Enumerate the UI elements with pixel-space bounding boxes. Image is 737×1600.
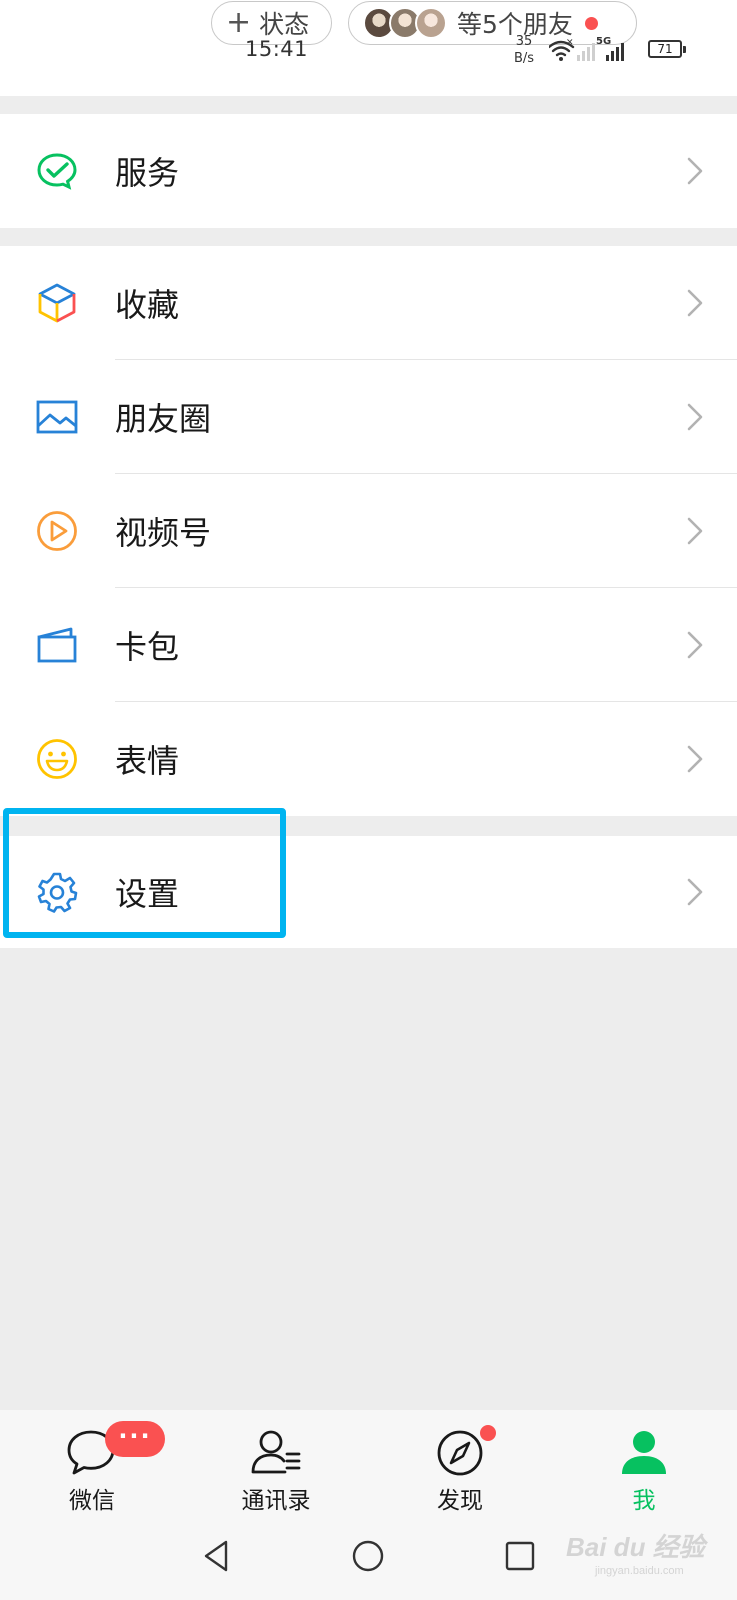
avatar — [415, 7, 447, 39]
bottom-tab-bar: 微信 ··· 通讯录 发现 我 — [0, 1410, 737, 1516]
chevron-right-icon — [687, 745, 703, 773]
friend-avatars — [363, 7, 447, 39]
chevron-right-icon — [687, 878, 703, 906]
chevron-right-icon — [687, 403, 703, 431]
tab-label: 微信 — [69, 1488, 115, 1514]
discover-compass-icon — [433, 1428, 487, 1478]
chevron-right-icon — [687, 631, 703, 659]
plus-icon: + — [226, 5, 252, 40]
menu-item-card-wallet[interactable]: 卡包 — [0, 588, 737, 702]
me-person-icon — [617, 1428, 671, 1478]
discover-unread-dot — [480, 1425, 496, 1441]
contacts-icon — [249, 1428, 303, 1478]
status-time: 15:41 — [245, 37, 309, 61]
signal-label: 5G — [596, 36, 612, 47]
signal-bars-icon — [577, 43, 595, 61]
menu-item-label: 卡包 — [115, 628, 180, 666]
battery-icon: 71 — [648, 40, 686, 58]
chevron-right-icon — [687, 157, 703, 185]
back-triangle-icon — [204, 1540, 228, 1572]
channels-play-icon — [35, 509, 79, 553]
sticker-smiley-icon — [35, 737, 79, 781]
tab-me[interactable]: 我 — [584, 1410, 704, 1516]
recents-square-icon — [505, 1541, 535, 1571]
favorites-cube-icon — [35, 281, 79, 325]
tab-discover[interactable]: 发现 — [400, 1410, 520, 1516]
chevron-right-icon — [687, 517, 703, 545]
tab-label: 我 — [632, 1488, 656, 1514]
settings-highlight-box — [3, 808, 286, 938]
menu-item-label: 朋友圈 — [115, 400, 212, 438]
menu-item-label: 收藏 — [115, 286, 180, 324]
home-circle-icon — [352, 1540, 384, 1572]
svg-text:✕: ✕ — [566, 38, 574, 48]
unread-more-badge: ··· — [105, 1421, 165, 1457]
tab-label: 发现 — [437, 1488, 483, 1514]
menu-item-services[interactable]: 服务 — [0, 114, 737, 228]
chevron-right-icon — [687, 289, 703, 317]
moments-picture-icon — [35, 395, 79, 439]
menu-group-main: 收藏 朋友圈 视频号 卡包 表情 — [0, 246, 737, 816]
top-header: + 状态 等5个朋友 15:41 35 B/s ✕ 5G 71 — [0, 0, 737, 96]
tab-contacts[interactable]: 通讯录 — [216, 1410, 336, 1516]
back-button[interactable] — [196, 1536, 236, 1576]
home-button[interactable] — [348, 1536, 388, 1576]
wechat-pay-icon — [35, 149, 79, 193]
menu-item-label: 视频号 — [115, 514, 212, 552]
menu-item-label: 表情 — [115, 742, 180, 780]
menu-item-favorites[interactable]: 收藏 — [0, 246, 737, 360]
menu-item-label: 服务 — [115, 154, 180, 192]
add-status-label: 状态 — [259, 10, 310, 39]
menu-item-stickers[interactable]: 表情 — [0, 702, 737, 816]
unread-dot — [584, 16, 598, 30]
net-speed-value: 35 — [515, 34, 533, 49]
baidu-watermark-url: jingyan.baidu.com — [595, 1565, 684, 1577]
tab-label: 通讯录 — [241, 1488, 311, 1514]
menu-item-moments[interactable]: 朋友圈 — [0, 360, 737, 474]
card-wallet-icon — [35, 623, 79, 667]
net-speed-unit: B/s — [514, 51, 535, 66]
baidu-watermark: Bai du 经验 — [566, 1532, 705, 1562]
menu-item-channels[interactable]: 视频号 — [0, 474, 737, 588]
recents-button[interactable] — [500, 1536, 540, 1576]
net-speed: 35 B/s — [514, 33, 534, 67]
menu-group-services: 服务 — [0, 114, 737, 228]
